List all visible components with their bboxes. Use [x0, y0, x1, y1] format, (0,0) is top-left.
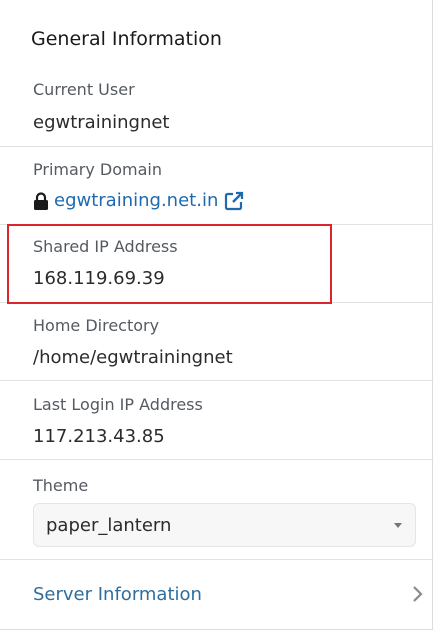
server-information-label: Server Information: [33, 584, 202, 605]
chevron-right-icon: [411, 585, 423, 603]
current-user-label: Current User: [33, 80, 135, 99]
primary-domain-label: Primary Domain: [33, 160, 162, 179]
current-user-value: egwtrainingnet: [33, 112, 170, 133]
highlight-box: [7, 224, 332, 304]
last-login-ip-value: 117.213.43.85: [33, 426, 165, 447]
last-login-ip-label: Last Login IP Address: [33, 395, 203, 414]
last-login-ip-section: Last Login IP Address 117.213.43.85: [0, 380, 433, 459]
theme-label: Theme: [33, 476, 89, 495]
external-link-icon[interactable]: [224, 191, 244, 211]
lock-icon: [33, 191, 49, 210]
panel-title: General Information: [31, 28, 222, 50]
primary-domain-section: Primary Domain egwtraining.net.in: [0, 146, 433, 224]
primary-domain-link[interactable]: egwtraining.net.in: [54, 190, 218, 211]
home-directory-label: Home Directory: [33, 316, 160, 335]
home-directory-value: /home/egwtrainingnet: [33, 347, 233, 368]
server-information-row[interactable]: Server Information: [0, 559, 433, 629]
general-information-panel: General Information Current User egwtrai…: [0, 0, 433, 630]
theme-select[interactable]: paper_lantern: [33, 503, 416, 547]
home-directory-section: Home Directory /home/egwtrainingnet: [0, 302, 433, 380]
theme-select-value: paper_lantern: [46, 515, 172, 536]
primary-domain-row: egwtraining.net.in: [33, 190, 244, 211]
chevron-down-icon: [394, 523, 402, 528]
current-user-section: Current User egwtrainingnet: [0, 68, 433, 146]
